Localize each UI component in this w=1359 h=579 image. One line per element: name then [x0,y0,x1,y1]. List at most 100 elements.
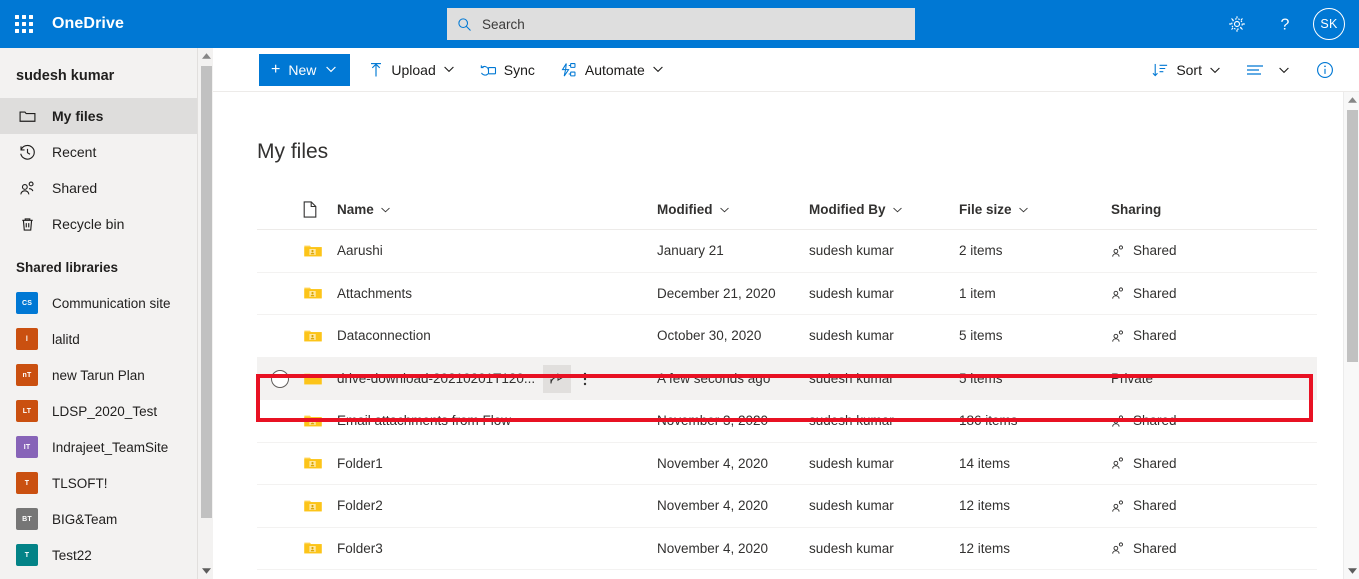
row-name-cell[interactable]: drive-download-20210201T120... [337,364,657,393]
shared-people-icon [1111,414,1126,428]
row-sharing[interactable]: Private [1111,371,1291,386]
sidebar-scrollbar[interactable] [197,48,213,579]
column-header-file-size[interactable]: File size [959,202,1111,217]
content-scrollbar[interactable] [1343,92,1359,579]
table-row[interactable]: Attachments December 21, 2020 sudesh kum… [257,273,1317,315]
avatar[interactable]: SK [1313,8,1345,40]
sidebar-item-recycle-bin[interactable]: Recycle bin [0,206,213,242]
sidebar-library-tlsoft[interactable]: T TLSOFT! [0,465,213,501]
shared-folder-icon [304,245,322,257]
row-modified-by: sudesh kumar [809,285,894,301]
row-modified: A few seconds ago [657,371,771,387]
sidebar-library-communication-site[interactable]: CS Communication site [0,285,213,321]
sidebar-library-indrajeet-teamsite[interactable]: IT Indrajeet_TeamSite [0,429,213,465]
row-name-cell[interactable]: Folder3 [337,541,657,556]
library-tile-icon: CS [16,292,38,314]
row-select-cell[interactable] [257,369,303,388]
sharing-label: Shared [1133,413,1177,429]
brand-onedrive[interactable]: OneDrive [52,15,124,33]
row-name-cell[interactable]: Attachments [337,286,657,301]
settings-button[interactable] [1213,0,1261,48]
sharing-label: Shared [1133,243,1177,259]
new-button[interactable]: + New [259,53,351,86]
shared-folder-icon [304,500,322,512]
content-scroll-thumb[interactable] [1347,110,1358,362]
selection-circle-icon[interactable] [271,369,289,388]
shared-people-icon [1111,499,1126,513]
row-file-size: 12 items [959,498,1011,514]
sidebar-item-shared[interactable]: Shared [0,170,213,206]
table-row[interactable]: Folder2 November 4, 2020 sudesh kumar 12… [257,485,1317,528]
sidebar-library-lalitd[interactable]: l lalitd [0,321,213,357]
table-row[interactable]: Folder1 November 4, 2020 sudesh kumar 14… [257,443,1317,485]
chevron-down-icon [719,207,729,213]
sidebar-scroll-thumb[interactable] [201,66,212,518]
details-info-button[interactable] [1307,54,1343,86]
column-header-label: Name [337,202,374,217]
row-name-cell[interactable]: Folder2 [337,498,657,513]
scroll-down-arrow-icon[interactable] [198,563,213,579]
upload-button[interactable]: Upload [360,54,461,86]
plus-icon: + [271,60,281,78]
row-sharing[interactable]: Shared [1111,413,1291,428]
row-sharing[interactable]: Shared [1111,328,1291,343]
row-file-icon [303,241,337,261]
view-options-button[interactable] [1238,54,1297,86]
scroll-up-arrow-icon[interactable] [198,48,213,64]
sidebar-library-new-tarun-plan[interactable]: nT new Tarun Plan [0,357,213,393]
table-row[interactable]: Dataconnection October 30, 2020 sudesh k… [257,315,1317,358]
row-name-cell[interactable]: Email attachments from Flow [337,413,657,428]
table-row-highlighted[interactable]: drive-download-20210201T120... A few sec… [257,357,1317,400]
library-tile-icon: l [16,328,38,350]
row-file-size: 5 items [959,371,1003,387]
sidebar-library-ldsp-2020-test[interactable]: LT LDSP_2020_Test [0,393,213,429]
chevron-down-icon [892,207,902,213]
sort-button[interactable]: Sort [1144,54,1228,86]
row-name-cell[interactable]: Aarushi [337,243,657,258]
more-options-icon[interactable] [571,365,599,393]
shared-folder-icon [304,457,322,469]
help-button[interactable]: ? [1261,0,1309,48]
row-sharing[interactable]: Shared [1111,456,1291,471]
folder-icon [16,105,38,127]
automate-button[interactable]: Automate [553,54,671,86]
files-table: Name Modified Modified By File size Shar… [257,190,1317,570]
sidebar-item-recent[interactable]: Recent [0,134,213,170]
column-header-label: File size [959,202,1012,217]
row-modified: November 4, 2020 [657,540,769,556]
shared-folder-icon [304,415,322,427]
sidebar-library-test22[interactable]: T Test22 [0,537,213,573]
scroll-up-arrow-icon[interactable] [1344,92,1359,108]
library-label: new Tarun Plan [52,367,145,383]
sync-button[interactable]: Sync [472,54,543,86]
sync-icon [480,62,497,78]
column-header-name[interactable]: Name [337,202,657,217]
row-sharing[interactable]: Shared [1111,541,1291,556]
row-sharing[interactable]: Shared [1111,286,1291,301]
row-modified-by: sudesh kumar [809,413,894,429]
shared-libraries-heading: Shared libraries [16,260,119,275]
column-header-modified-by[interactable]: Modified By [809,202,959,217]
sidebar-library-big-team[interactable]: BT BIG&Team [0,501,213,537]
main-content: + New Upload Sync Automate Sort My files… [213,48,1359,579]
search-box[interactable] [447,8,915,40]
table-row[interactable]: Aarushi January 21 sudesh kumar 2 items … [257,230,1317,273]
row-sharing[interactable]: Shared [1111,498,1291,513]
app-launcher-button[interactable] [0,0,48,48]
row-sharing[interactable]: Shared [1111,243,1291,258]
shared-people-icon [1111,541,1126,555]
search-input[interactable] [482,16,905,32]
sync-label: Sync [503,61,535,78]
sidebar-item-my-files[interactable]: My files [0,98,213,134]
row-name-cell[interactable]: Dataconnection [337,328,657,343]
share-icon[interactable] [543,364,572,393]
row-modified: November 4, 2020 [657,498,769,514]
file-type-icon-header[interactable] [303,201,337,218]
column-header-modified[interactable]: Modified [657,202,809,217]
table-row[interactable]: Folder3 November 4, 2020 sudesh kumar 12… [257,528,1317,570]
column-header-sharing[interactable]: Sharing [1111,202,1291,217]
table-row[interactable]: Email attachments from Flow November 3, … [257,400,1317,443]
row-name-cell[interactable]: Folder1 [337,456,657,471]
library-label: TLSOFT! [52,475,108,491]
scroll-down-arrow-icon[interactable] [1344,563,1359,579]
